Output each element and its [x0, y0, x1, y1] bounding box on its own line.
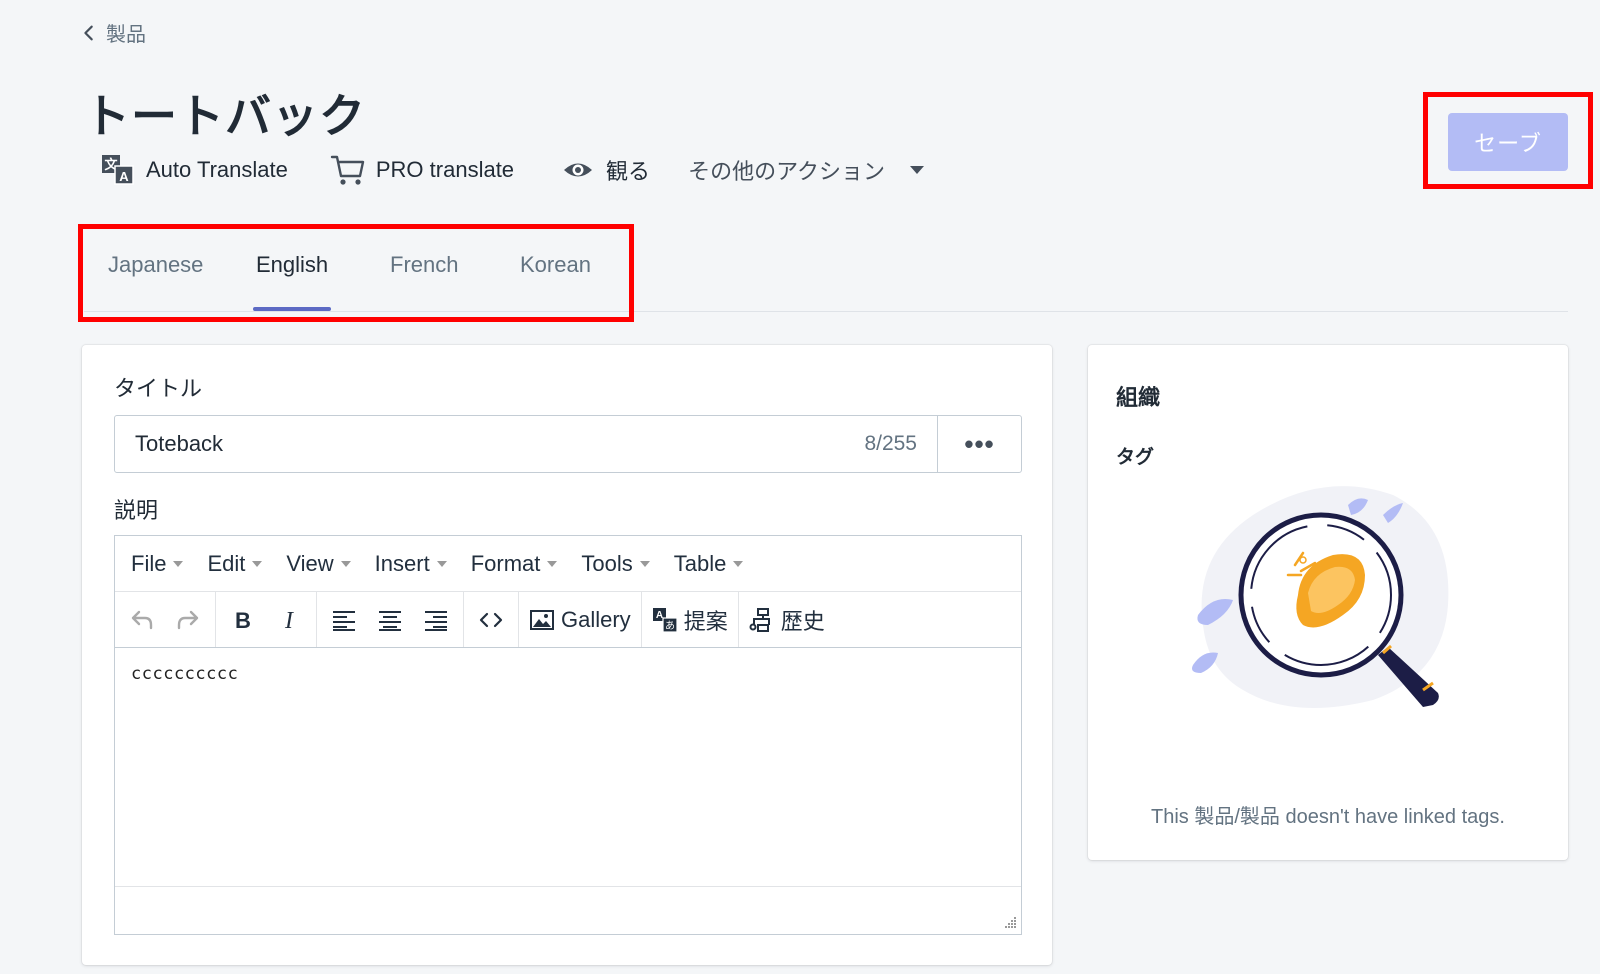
menu-insert-label: Insert — [374, 550, 430, 576]
translate-icon: 文 A — [102, 155, 134, 185]
svg-text:A: A — [656, 610, 663, 621]
italic-icon: I — [284, 608, 294, 633]
more-options-button[interactable]: ••• — [937, 416, 1021, 472]
organization-title: 組織 — [1116, 385, 1161, 410]
breadcrumb-label[interactable]: 製品 — [106, 18, 146, 47]
code-group — [464, 592, 519, 647]
menu-view[interactable]: View — [286, 550, 351, 577]
eye-icon — [564, 163, 593, 177]
menu-insert[interactable]: Insert — [375, 551, 447, 577]
pro-translate-label: PRO translate — [375, 157, 515, 182]
image-icon — [530, 609, 554, 630]
redo-icon — [177, 610, 199, 629]
product-details-card: タイトル 8/255 ••• 説明 File Edit View Insert … — [82, 345, 1052, 965]
menu-tools-label: Tools — [581, 550, 633, 576]
align-right-icon — [425, 610, 447, 631]
caret-down-icon — [909, 166, 924, 174]
redo-button[interactable] — [165, 600, 211, 640]
svg-text:B: B — [235, 608, 251, 633]
align-right-button[interactable] — [413, 600, 459, 640]
undo-button[interactable] — [119, 600, 165, 640]
language-tabs: Japanese English French Korean — [84, 240, 1568, 312]
menu-file-label: File — [131, 550, 167, 576]
code-icon — [479, 612, 503, 627]
caret-down-icon — [173, 560, 184, 567]
translate-icon: Aあ — [652, 607, 678, 633]
gallery-label: Gallery — [561, 606, 631, 632]
bold-button[interactable]: B — [220, 600, 266, 640]
caret-down-icon — [639, 560, 650, 567]
auto-translate-label: Auto Translate — [146, 157, 288, 182]
description-label: 説明 — [114, 498, 159, 523]
caret-down-icon — [733, 560, 744, 567]
menu-tools[interactable]: Tools — [581, 550, 650, 577]
magnifier-illustration-icon — [1192, 486, 1449, 708]
gallery-button[interactable]: Gallery — [523, 600, 637, 640]
action-bar: 文 A Auto Translate PRO translate 観る その他の… — [100, 150, 925, 190]
svg-text:あ: あ — [665, 620, 675, 632]
character-counter: 8/255 — [864, 432, 917, 455]
resize-handle-icon[interactable] — [1003, 916, 1017, 930]
tab-korean[interactable]: Korean — [520, 252, 591, 302]
auto-translate-button[interactable]: 文 A Auto Translate — [100, 152, 288, 188]
tags-label: タグ — [1116, 447, 1155, 468]
rich-text-editor: File Edit View Insert Format Tools Table… — [114, 535, 1022, 935]
menu-view-label: View — [286, 550, 334, 576]
suggest-group: Aあ 提案 — [642, 592, 739, 647]
breadcrumb[interactable]: 製品 — [80, 18, 146, 47]
organization-card: 組織 タグ This 製品/製品 doesn't have linked tag… — [1088, 345, 1568, 860]
more-actions-dropdown[interactable]: その他のアクション — [688, 154, 925, 186]
title-input[interactable] — [115, 416, 865, 472]
history-log-group: 歴史 — [739, 592, 835, 647]
align-left-icon — [333, 610, 355, 631]
align-group — [317, 592, 464, 647]
menu-format[interactable]: Format — [471, 551, 558, 577]
italic-button[interactable]: I — [266, 600, 312, 640]
caret-down-icon — [436, 560, 447, 567]
align-center-icon — [379, 610, 401, 631]
editor-statusbar — [115, 886, 1021, 934]
suggest-button[interactable]: Aあ 提案 — [646, 600, 734, 640]
source-code-button[interactable] — [468, 600, 514, 640]
title-field: 8/255 ••• — [114, 415, 1022, 473]
suggest-label: 提案 — [683, 608, 728, 634]
menu-table[interactable]: Table — [674, 551, 744, 577]
caret-down-icon — [252, 560, 263, 567]
save-button[interactable]: セーブ — [1448, 113, 1568, 171]
menu-edit-label: Edit — [207, 550, 246, 576]
gallery-group: Gallery — [519, 592, 642, 647]
caret-down-icon — [547, 560, 558, 567]
title-label: タイトル — [114, 376, 203, 401]
undo-icon — [131, 610, 153, 629]
align-left-button[interactable] — [321, 600, 367, 640]
menu-file[interactable]: File — [131, 550, 184, 577]
editor-menubar: File Edit View Insert Format Tools Table — [115, 536, 1021, 592]
chevron-left-icon — [84, 25, 93, 40]
menu-table-label: Table — [673, 550, 727, 576]
svg-text:I: I — [284, 608, 294, 633]
cart-icon — [330, 155, 365, 185]
history-button[interactable]: 歴史 — [743, 600, 831, 640]
tab-japanese[interactable]: Japanese — [108, 252, 203, 302]
tab-french[interactable]: French — [390, 252, 458, 302]
empty-tags-message: This 製品/製品 doesn't have linked tags. — [1151, 806, 1505, 828]
pro-translate-button[interactable]: PRO translate — [330, 152, 514, 188]
history-label: 歴史 — [780, 608, 825, 634]
page-title: トートバック — [84, 90, 366, 142]
more-actions-label: その他のアクション — [688, 159, 885, 184]
menu-format-label: Format — [470, 550, 541, 576]
editor-toolbar: B I Gallery A あ 提案 歴史 — [115, 592, 1021, 648]
editor-content[interactable]: cccccccccc — [131, 664, 238, 684]
align-center-button[interactable] — [367, 600, 413, 640]
view-button[interactable]: 観る — [560, 152, 650, 188]
view-label: 観る — [606, 159, 651, 184]
menu-edit[interactable]: Edit — [207, 550, 263, 577]
bold-icon: B — [235, 608, 251, 633]
caret-down-icon — [340, 560, 351, 567]
svg-text:A: A — [119, 169, 129, 184]
history-icon — [749, 607, 770, 632]
history-group — [115, 592, 216, 647]
format-group: B I — [216, 592, 317, 647]
tab-english[interactable]: English — [252, 252, 332, 311]
